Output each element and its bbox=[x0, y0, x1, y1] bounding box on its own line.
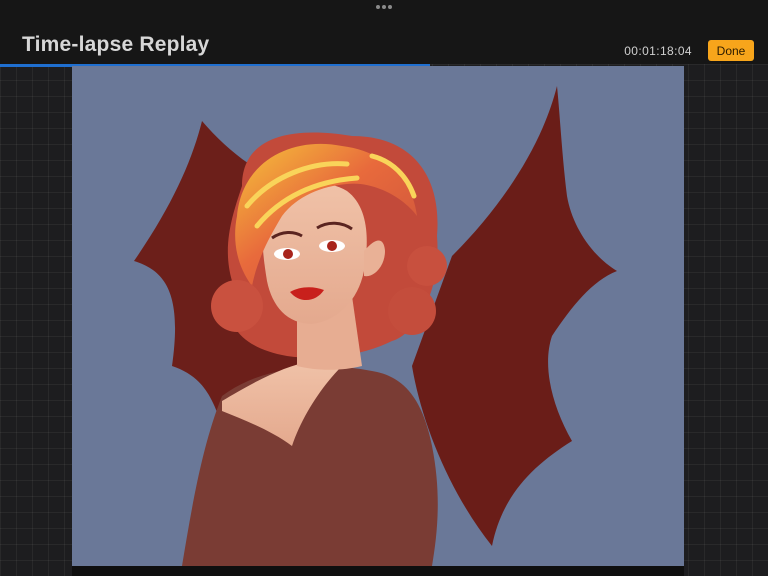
replay-timer: 00:01:18:04 bbox=[624, 44, 692, 58]
right-wing bbox=[412, 86, 617, 546]
left-iris bbox=[283, 249, 293, 259]
hair-curl bbox=[407, 246, 447, 286]
done-button[interactable]: Done bbox=[708, 40, 754, 61]
right-iris bbox=[327, 241, 337, 251]
top-bar: Time-lapse Replay 00:01:18:04 Done bbox=[0, 0, 768, 64]
more-dots-icon[interactable] bbox=[376, 4, 392, 10]
hair-curl bbox=[211, 280, 263, 332]
hair-curl bbox=[388, 287, 436, 335]
page-title: Time-lapse Replay bbox=[22, 33, 210, 56]
canvas-bottom-edge bbox=[72, 566, 684, 576]
artwork bbox=[134, 86, 617, 566]
replay-canvas[interactable] bbox=[72, 66, 684, 566]
